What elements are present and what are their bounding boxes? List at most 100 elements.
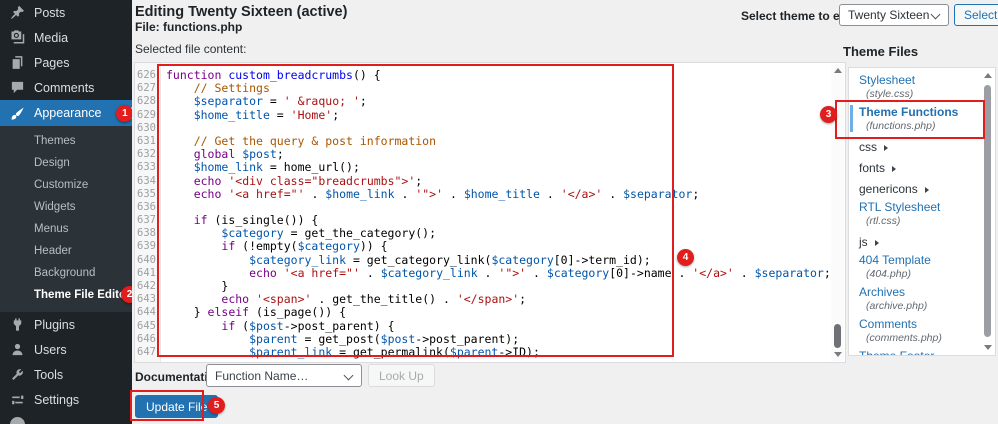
plugins-icon (10, 317, 25, 332)
theme-file-folder-js[interactable]: js (849, 232, 995, 253)
sidebar-item-label: Tools (34, 367, 64, 382)
select-theme-button[interactable]: Select (954, 4, 998, 26)
code-line: $home_title = 'Home'; (193, 107, 340, 122)
theme-file-link[interactable]: Comments (849, 317, 995, 332)
theme-file-filename: (rtl.css) (866, 215, 901, 227)
editor-line-numbers: 626 627 628 629 630 631 632 633 634 635 636 637 638 6… (135, 63, 161, 362)
line-number: 641 (137, 266, 156, 279)
users-icon (10, 342, 25, 357)
theme-files-scrollbar[interactable] (981, 69, 994, 354)
annotation-badge-2: 2 (121, 286, 132, 303)
scrollbar-thumb[interactable] (834, 324, 841, 348)
theme-file-link[interactable]: Theme Functions (849, 105, 995, 120)
theme-file-link[interactable]: 404 Template (849, 253, 995, 268)
circle-icon (10, 417, 25, 424)
line-number: 642 (137, 280, 156, 292)
line-number: 647 (137, 345, 156, 358)
pages-icon (10, 55, 25, 70)
sidebar-subitem-label: Background (34, 267, 96, 279)
sidebar-item-media[interactable]: Media (0, 25, 132, 50)
scroll-up-icon[interactable] (834, 68, 842, 73)
theme-file-folder-fonts[interactable]: fonts (849, 158, 995, 179)
appearance-submenu: Themes Design Customize Widgets Menus Header B… (0, 126, 132, 312)
line-number: 637 (137, 214, 156, 227)
line-number: 628 (137, 95, 156, 108)
sidebar-subitem-theme-file-editor[interactable]: Theme File Editor 2 (0, 284, 132, 306)
folder-label: fonts (859, 161, 886, 175)
code-line: $parent_link = get_permalink($parent->ID… (249, 344, 540, 359)
theme-file-link[interactable]: RTL Stylesheet (849, 200, 995, 215)
sidebar-item-appearance[interactable]: Appearance 1 (0, 100, 132, 126)
documentation-dropdown[interactable]: Function Name… (206, 364, 362, 387)
chevron-right-icon (924, 187, 929, 193)
theme-file-item-theme-functions[interactable]: Theme Functions (functions.php) (849, 105, 995, 133)
theme-file-link[interactable]: Theme Footer (849, 349, 995, 355)
line-number: 645 (137, 319, 156, 332)
chevron-right-icon (884, 145, 888, 151)
sidebar-item-plugins[interactable]: Plugins (0, 312, 132, 337)
sidebar-subitem-menus[interactable]: Menus (0, 218, 132, 240)
theme-file-item-theme-footer[interactable]: Theme Footer (849, 349, 995, 355)
annotation-badge-3: 3 (820, 106, 837, 123)
code-line: echo '<a href="' . $home_link . '">' . $… (193, 186, 700, 201)
theme-file-folder-css[interactable]: css (849, 137, 995, 158)
theme-file-filename: (functions.php) (866, 120, 936, 132)
annotation-badge-4: 4 (677, 249, 694, 266)
line-number: 627 (137, 82, 156, 95)
sidebar-subitem-themes[interactable]: Themes (0, 130, 132, 152)
sidebar-subitem-header[interactable]: Header (0, 240, 132, 262)
scroll-down-icon[interactable] (984, 345, 992, 350)
sidebar-item-label: Comments (34, 80, 95, 95)
settings-icon (10, 392, 25, 407)
chevron-right-icon (874, 240, 879, 246)
selected-file-content-label: Selected file content: (135, 42, 247, 56)
theme-select-dropdown[interactable]: Twenty Sixteen (839, 4, 949, 26)
line-number: 635 (137, 187, 156, 200)
theme-file-filename: (archive.php) (866, 300, 928, 312)
theme-file-item-archives[interactable]: Archives (archive.php) (849, 285, 995, 313)
folder-label: genericons (859, 182, 918, 196)
line-number: 632 (137, 148, 156, 161)
editor-code-area[interactable]: function custom_breadcrumbs() { // Setti… (166, 69, 829, 362)
theme-file-item-stylesheet[interactable]: Stylesheet (style.css) (849, 73, 995, 101)
theme-file-item-rtl-stylesheet[interactable]: RTL Stylesheet (rtl.css) (849, 200, 995, 228)
line-number: 629 (137, 108, 156, 121)
update-file-button[interactable]: Update File (135, 395, 219, 418)
sidebar-item-comments[interactable]: Comments (0, 75, 132, 100)
sidebar-item-label: Appearance (34, 106, 102, 120)
theme-file-item-comments[interactable]: Comments (comments.php) (849, 317, 995, 345)
theme-file-item-404-template[interactable]: 404 Template (404.php) (849, 253, 995, 281)
theme-files-heading: Theme Files (843, 44, 919, 59)
sidebar-item-label: Posts (34, 5, 66, 20)
sidebar-subitem-customize[interactable]: Customize (0, 174, 132, 196)
theme-files-list: Stylesheet (style.css) Theme Functions (fun… (848, 67, 996, 356)
scroll-up-icon[interactable] (984, 73, 992, 78)
sidebar-item-label: Plugins (34, 317, 75, 332)
sidebar-item-settings[interactable]: Settings (0, 387, 132, 412)
sidebar-item-tools[interactable]: Tools (0, 362, 132, 387)
line-number: 640 (137, 253, 156, 266)
sidebar-item-posts[interactable]: Posts (0, 0, 132, 25)
theme-file-link[interactable]: Archives (849, 285, 995, 300)
sidebar-subitem-widgets[interactable]: Widgets (0, 196, 132, 218)
sidebar-item-users[interactable]: Users (0, 337, 132, 362)
media-icon (10, 30, 25, 45)
line-number: 634 (137, 174, 156, 187)
theme-file-link[interactable]: Stylesheet (849, 73, 995, 88)
theme-file-folder-genericons[interactable]: genericons (849, 179, 995, 200)
sidebar-subitem-background[interactable]: Background (0, 262, 132, 284)
sidebar-item-label: Users (34, 342, 67, 357)
sidebar-subitem-label: Customize (34, 179, 89, 191)
line-number: 646 (137, 332, 156, 345)
sidebar-item-label: Settings (34, 392, 80, 407)
sidebar-subitem-label: Widgets (34, 201, 76, 213)
chevron-down-icon (930, 9, 941, 20)
sidebar-item-pages[interactable]: Pages (0, 50, 132, 75)
scrollbar-thumb[interactable] (984, 85, 991, 337)
code-editor[interactable]: 626 627 628 629 630 631 632 633 634 635 636 637 638 6… (134, 62, 846, 363)
sidebar-item-label: Pages (34, 55, 70, 70)
sidebar-item-partial[interactable] (0, 412, 132, 424)
sidebar-subitem-design[interactable]: Design (0, 152, 132, 174)
scroll-down-icon[interactable] (834, 352, 842, 357)
admin-sidebar: Posts Media Pages Comments Appearance 1 The… (0, 0, 132, 424)
